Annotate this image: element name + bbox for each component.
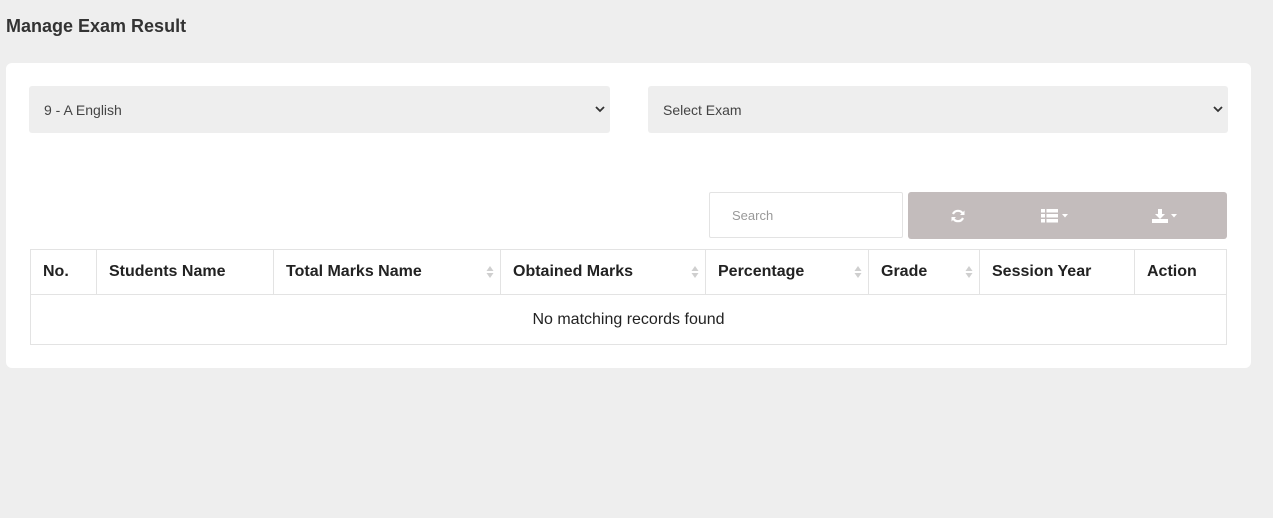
exam-select-value: Select Exam [663, 101, 742, 118]
column-header-percentage[interactable]: Percentage [706, 250, 869, 294]
table-header-row: No. Students Name Total Marks Name Obtai… [31, 250, 1226, 295]
refresh-button[interactable] [938, 192, 978, 239]
exam-result-table: No. Students Name Total Marks Name Obtai… [30, 249, 1227, 345]
class-subject-select-value: 9 - A English [44, 101, 122, 118]
column-header-action: Action [1147, 263, 1197, 280]
chevron-down-icon [595, 106, 605, 113]
columns-icon [1041, 208, 1068, 222]
page-title: Manage Exam Result [6, 16, 187, 36]
export-button[interactable] [1143, 192, 1193, 239]
search-input[interactable]: Search [709, 192, 903, 238]
columns-toggle-button[interactable] [1033, 192, 1083, 239]
column-header-obtained-marks[interactable]: Obtained Marks [501, 250, 706, 294]
sort-icon [691, 266, 699, 278]
sort-icon [854, 266, 862, 278]
sort-icon [486, 266, 494, 278]
export-icon [1152, 208, 1177, 223]
column-header-session-year: Session Year [980, 250, 1135, 294]
table-toolbar [908, 192, 1227, 239]
refresh-icon [951, 209, 965, 222]
sort-icon [965, 266, 973, 278]
exam-result-card: 9 - A English Select Exam Search No. Stu… [6, 63, 1251, 368]
class-subject-select[interactable]: 9 - A English [29, 86, 610, 133]
column-header-students-name: Students Name [97, 250, 274, 294]
chevron-down-icon [1213, 106, 1223, 113]
column-header-total-marks-name[interactable]: Total Marks Name [274, 250, 501, 294]
empty-table-message: No matching records found [532, 310, 725, 328]
exam-select[interactable]: Select Exam [648, 86, 1228, 133]
search-placeholder: Search [732, 207, 774, 223]
column-header-no: No. [31, 250, 97, 294]
column-header-grade[interactable]: Grade [869, 250, 980, 294]
